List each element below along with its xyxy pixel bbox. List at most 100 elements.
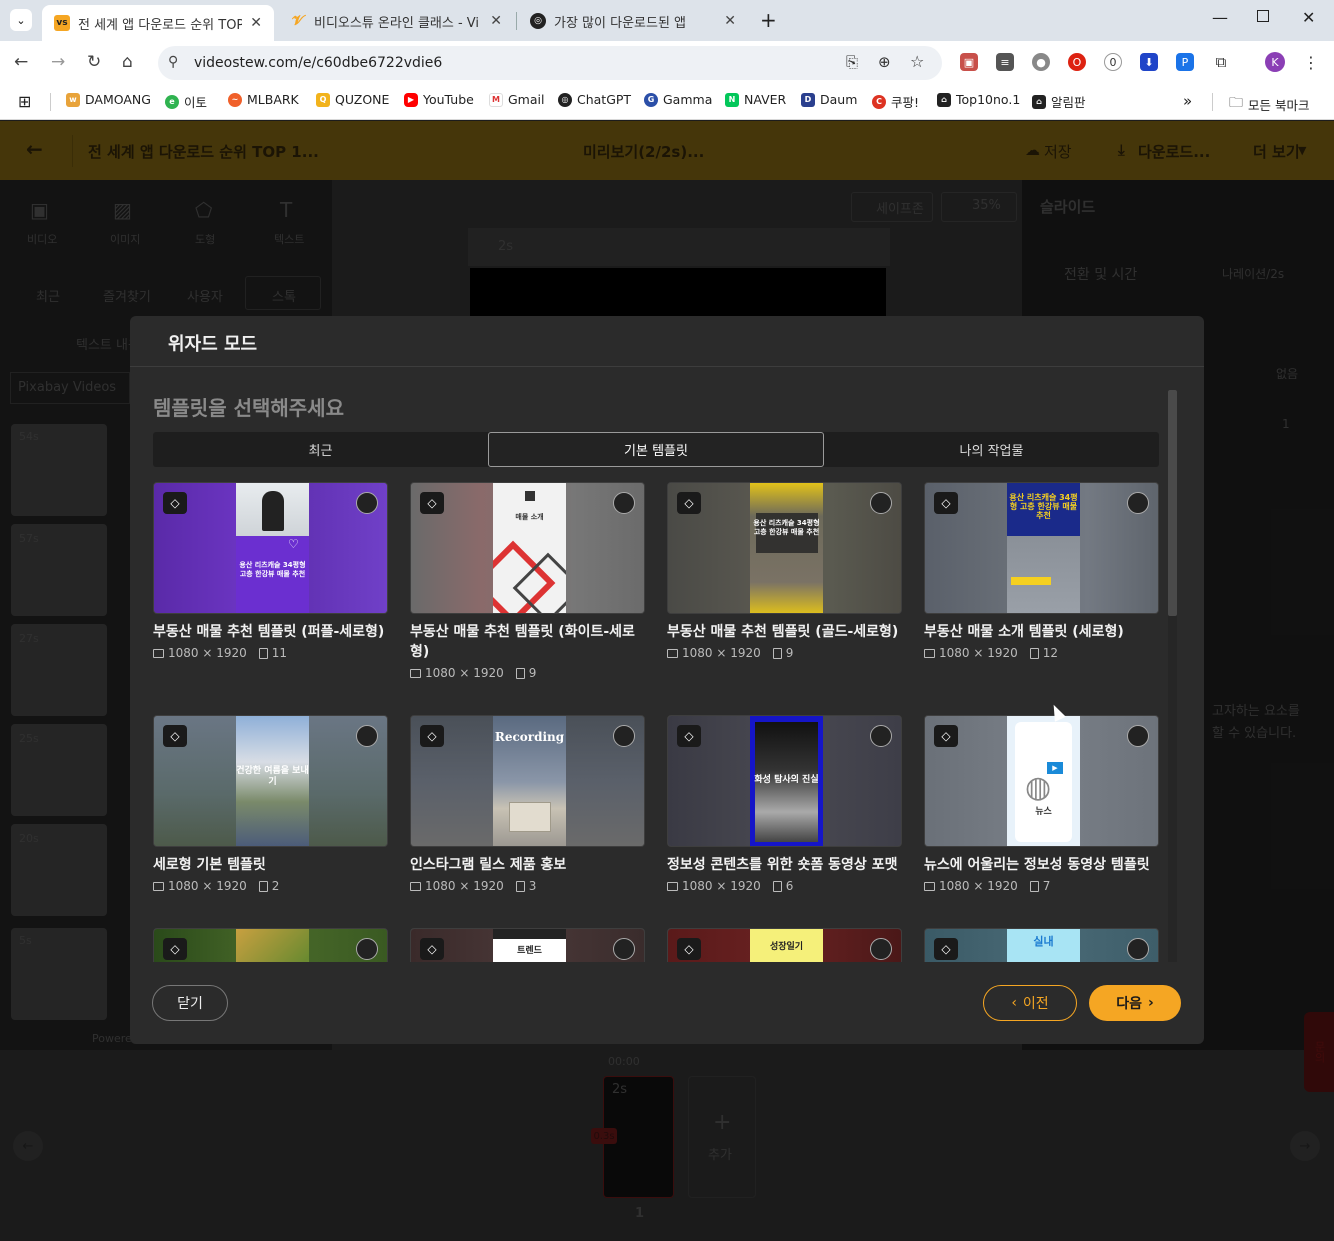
bookmark-mlbark[interactable]: ~ MLBARK [228, 92, 299, 107]
premium-diamond-icon: ◇ [420, 938, 444, 960]
back-icon[interactable]: ← [14, 52, 28, 72]
select-radio[interactable] [1127, 938, 1149, 960]
template-card[interactable]: 용산 리츠캐슬 34평형 고층 한강뷰 매물 추천 ◇ 부동산 매물 소개 템플… [924, 482, 1159, 687]
extensions-puzzle-icon[interactable]: ⧉ [1212, 53, 1230, 71]
select-radio[interactable] [1127, 492, 1149, 514]
template-card[interactable]: ♡ 용산 리츠캐슬 34평형 고층 한강뷰 매물 추천 ◇ 부동산 매물 추천 … [153, 482, 388, 687]
tab-my-works[interactable]: 나의 작업물 [824, 432, 1159, 467]
image-size-icon [410, 668, 421, 678]
maximize-icon[interactable] [1257, 10, 1269, 22]
pages-icon [1029, 880, 1039, 892]
select-radio[interactable] [1127, 725, 1149, 747]
template-card[interactable]: 용산 리츠캐슬 34평형 고층 한강뷰 매물 추천 ◇ 부동산 매물 추천 템플… [667, 482, 902, 687]
profile-avatar[interactable]: K [1265, 52, 1285, 72]
address-bar[interactable]: ⚲ videostew.com/e/c60dbe6722vdie6 ⎘ ⊕ ☆ [158, 46, 942, 80]
template-thumbnail[interactable]: 화성 탐사의 진실 ◇ [667, 715, 902, 847]
select-radio[interactable] [356, 492, 378, 514]
template-thumbnail[interactable]: ◍ ▶ 뉴스 ◇ [924, 715, 1159, 847]
bookmark-gmail[interactable]: M Gmail [489, 92, 544, 107]
install-app-icon[interactable]: ⎘ [846, 53, 858, 71]
more-bookmarks-icon[interactable]: » [1183, 92, 1192, 110]
tab-3[interactable]: ◎ 가장 많이 다운로드된 앱 ✕ [518, 6, 748, 36]
template-thumbnail[interactable]: ♡ 용산 리츠캐슬 34평형 고층 한강뷰 매물 추천 ◇ [153, 482, 388, 614]
select-radio[interactable] [356, 725, 378, 747]
apps-grid-icon[interactable]: ⊞ [18, 92, 31, 111]
close-tab-icon[interactable]: ✕ [724, 13, 736, 29]
tab-active[interactable]: vs 전 세계 앱 다운로드 순위 TOP ✕ [42, 5, 274, 41]
template-card[interactable]: ◍ ▶ 뉴스 ◇ 뉴스에 어울리는 정보성 동영상 템플릿 1080 × 192… [924, 715, 1159, 905]
all-bookmarks[interactable]: 🗀 모든 북마크 [1229, 92, 1309, 116]
template-thumbnail[interactable]: Recording ◇ [410, 715, 645, 847]
next-button[interactable]: 다음 › [1089, 985, 1181, 1021]
template-thumbnail[interactable]: 용산 리츠캐슬 34평형 고층 한강뷰 매물 추천 ◇ [924, 482, 1159, 614]
modal-subtitle: 템플릿을 선택해주세요 [153, 396, 344, 420]
template-card[interactable]: ◇ [153, 928, 388, 962]
bookmark-top10[interactable]: ⌂ Top10no.1 [937, 92, 1020, 107]
zoom-icon[interactable]: ⊕ [878, 53, 891, 71]
template-card[interactable]: 매물 소개 ◇ 부동산 매물 추천 템플릿 (화이트-세로형) 1080 × 1… [410, 482, 645, 687]
select-radio[interactable] [870, 725, 892, 747]
bookmark-gamma[interactable]: G Gamma [644, 92, 712, 107]
template-thumbnail[interactable]: 성장일기 ◇ [667, 928, 902, 962]
bookmark-coupang[interactable]: C 쿠팡! [872, 92, 919, 111]
select-radio[interactable] [356, 938, 378, 960]
select-radio[interactable] [613, 725, 635, 747]
close-tab-icon[interactable]: ✕ [490, 13, 502, 29]
template-card[interactable]: 화성 탐사의 진실 ◇ 정보성 콘텐츠를 위한 숏폼 동영상 포맷 1080 ×… [667, 715, 902, 905]
template-thumbnail[interactable]: ◇ [153, 928, 388, 962]
template-thumbnail[interactable]: 매물 소개 ◇ [410, 482, 645, 614]
bookmark-naver[interactable]: N NAVER [725, 92, 786, 107]
menu-kebab-icon[interactable]: ⋮ [1302, 53, 1320, 72]
template-card[interactable]: 성장일기 ◇ [667, 928, 902, 962]
minimize-icon[interactable]: — [1212, 8, 1228, 27]
template-card[interactable]: 실내 ◇ [924, 928, 1159, 962]
extension-icon[interactable]: 0 [1104, 53, 1122, 71]
bookmark-youtube[interactable]: ▶ YouTube [404, 92, 474, 107]
bookmark-ito[interactable]: e 이토 [165, 92, 207, 111]
grid-scrollbar[interactable] [1168, 390, 1177, 962]
download-extension-icon[interactable]: ⬇ [1140, 53, 1158, 71]
select-radio[interactable] [870, 492, 892, 514]
extension-icon[interactable]: ≡ [996, 53, 1014, 71]
bookmark-daum[interactable]: D Daum [801, 92, 857, 107]
reload-icon[interactable]: ↻ [87, 52, 101, 72]
tab-title: 전 세계 앱 다운로드 순위 TOP [78, 17, 242, 33]
close-tab-icon[interactable]: ✕ [250, 15, 262, 31]
home-icon[interactable]: ⌂ [122, 52, 133, 72]
select-radio[interactable] [613, 492, 635, 514]
tab-recent[interactable]: 최근 [153, 432, 488, 467]
bookmark-damoang[interactable]: w DAMOANG [66, 92, 151, 107]
extension-icon[interactable]: ● [1032, 53, 1050, 71]
template-thumbnail[interactable]: 실내 ◇ [924, 928, 1159, 962]
close-window-icon[interactable]: ✕ [1302, 8, 1315, 27]
tab-search-icon[interactable]: ⌄ [10, 9, 32, 31]
tab-2[interactable]: 𝓥 비디오스튜 온라인 클래스 - Vi ✕ [278, 6, 514, 36]
opera-extension-icon[interactable]: O [1068, 53, 1086, 71]
template-card[interactable]: 트렌드 ◇ [410, 928, 645, 962]
tab-basic-templates[interactable]: 기본 템플릿 [488, 432, 824, 467]
template-thumbnail[interactable]: 건강한 여름을 보내기 ◇ [153, 715, 388, 847]
prev-button[interactable]: ‹ 이전 [983, 985, 1077, 1021]
extension-icon[interactable]: ▣ [960, 53, 978, 71]
wizard-modal: 위자드 모드 템플릿을 선택해주세요 최근 기본 템플릿 나의 작업물 ♡ 용산… [130, 316, 1204, 1044]
bookmark-quzone[interactable]: Q QUZONE [316, 92, 389, 107]
scrollbar-thumb[interactable] [1168, 390, 1177, 616]
bookmark-star-icon[interactable]: ☆ [910, 52, 924, 71]
forward-icon[interactable]: → [51, 52, 65, 72]
bookmark-alimpan[interactable]: ⌂ 알림판 [1032, 92, 1086, 111]
close-button[interactable]: 닫기 [152, 985, 228, 1021]
play-icon: ▶ [1047, 762, 1063, 774]
template-thumbnail[interactable]: 트렌드 ◇ [410, 928, 645, 962]
template-card[interactable]: 건강한 여름을 보내기 ◇ 세로형 기본 템플릿 1080 × 1920 2 [153, 715, 388, 905]
bookmark-chatgpt[interactable]: ◎ ChatGPT [558, 92, 631, 107]
modal-title: 위자드 모드 [168, 334, 258, 355]
select-radio[interactable] [613, 938, 635, 960]
template-card[interactable]: Recording ◇ 인스타그램 릴스 제품 홍보 1080 × 1920 3 [410, 715, 645, 905]
new-tab-icon[interactable]: + [760, 8, 777, 32]
site-info-icon[interactable]: ⚲ [168, 54, 178, 70]
premium-diamond-icon: ◇ [934, 938, 958, 960]
select-radio[interactable] [870, 938, 892, 960]
premium-diamond-icon: ◇ [420, 725, 444, 747]
template-thumbnail[interactable]: 용산 리츠캐슬 34평형 고층 한강뷰 매물 추천 ◇ [667, 482, 902, 614]
extension-icon[interactable]: P [1176, 53, 1194, 71]
